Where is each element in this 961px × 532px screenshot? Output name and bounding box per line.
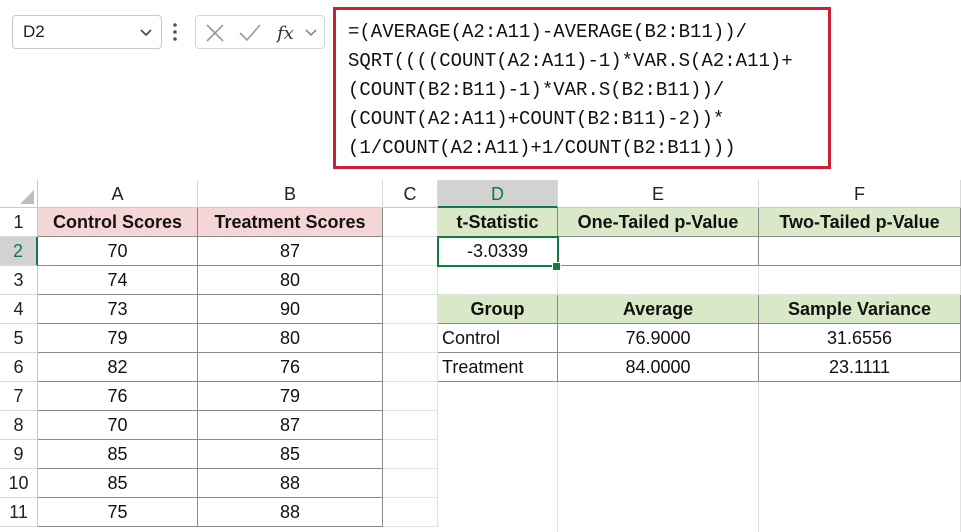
treatment-score-cell[interactable]: 88 [198,469,383,498]
control-score-cell[interactable]: 73 [38,295,198,324]
formula-buttons: fx [195,15,325,49]
column-header-c[interactable]: C [383,180,438,208]
summary-average-cell[interactable]: 76.9000 [558,324,759,353]
select-all-button[interactable] [0,180,38,208]
control-score-cell[interactable]: 85 [38,440,198,469]
name-box-value: D2 [23,22,45,41]
row-header-3[interactable]: 3 [0,266,38,295]
formula-line: =(AVERAGE(A2:A11)-AVERAGE(B2:B11))/ [348,21,748,43]
treatment-score-cell[interactable]: 79 [198,382,383,411]
chevron-down-icon[interactable] [139,25,153,39]
treatment-score-cell[interactable]: 90 [198,295,383,324]
summary-variance-cell[interactable]: 31.6556 [759,324,961,353]
formula-line: (1/COUNT(A2:A11)+1/COUNT(B2:B11))) [348,137,736,159]
expand-chevron-icon[interactable] [304,26,318,40]
cell[interactable] [438,266,558,295]
cell[interactable] [383,208,438,237]
summary-average-cell[interactable]: 84.0000 [558,353,759,382]
cell[interactable] [383,469,438,498]
formula-line: (COUNT(A2:A11)+COUNT(B2:B11)-2))* [348,108,725,130]
control-score-cell[interactable]: 85 [38,469,198,498]
control-score-cell[interactable]: 75 [38,498,198,527]
row-header-8[interactable]: 8 [0,411,38,440]
row-header-1[interactable]: 1 [0,208,38,237]
summary-header-variance[interactable]: Sample Variance [759,295,961,324]
cell[interactable] [383,295,438,324]
one-tailed-p-cell[interactable] [558,237,759,266]
cancel-icon[interactable] [204,22,226,44]
cell[interactable] [383,382,438,411]
control-score-cell[interactable]: 70 [38,411,198,440]
treatment-score-cell[interactable]: 85 [198,440,383,469]
row-header-7[interactable]: 7 [0,382,38,411]
summary-variance-cell[interactable]: 23.1111 [759,353,961,382]
treatment-score-cell[interactable]: 76 [198,353,383,382]
row-header-6[interactable]: 6 [0,353,38,382]
cell[interactable] [383,324,438,353]
header-treatment-scores[interactable]: Treatment Scores [198,208,383,237]
row-header-2[interactable]: 2 [0,237,38,266]
two-tailed-p-cell[interactable] [759,237,961,266]
header-control-scores[interactable]: Control Scores [38,208,198,237]
cell[interactable] [383,237,438,266]
row-header-5[interactable]: 5 [0,324,38,353]
name-box[interactable]: D2 [12,15,162,49]
cell[interactable] [383,353,438,382]
cell[interactable] [383,266,438,295]
cell[interactable] [383,440,438,469]
formula-line: SQRT((((COUNT(A2:A11)-1)*VAR.S(A2:A11)+ [348,50,793,72]
formula-line: (COUNT(B2:B11)-1)*VAR.S(B2:B11))/ [348,79,725,101]
cell[interactable] [759,382,961,532]
row-header-9[interactable]: 9 [0,440,38,469]
treatment-score-cell[interactable]: 87 [198,237,383,266]
cell[interactable] [383,498,438,527]
cell[interactable] [759,266,961,295]
column-header-e[interactable]: E [558,180,759,208]
cell[interactable] [438,382,558,532]
summary-group-cell[interactable]: Treatment [438,353,558,382]
summary-header-average[interactable]: Average [558,295,759,324]
column-header-a[interactable]: A [38,180,198,208]
cell[interactable] [558,382,759,532]
treatment-score-cell[interactable]: 87 [198,411,383,440]
formula-input[interactable]: =(AVERAGE(A2:A11)-AVERAGE(B2:B11))/ SQRT… [333,7,831,169]
header-one-tailed-p[interactable]: One-Tailed p-Value [558,208,759,237]
active-cell-outline [437,236,559,267]
summary-header-group[interactable]: Group [438,295,558,324]
row-header-10[interactable]: 10 [0,469,38,498]
formula-bar-area: D2 fx =(AVERAGE(A2:A11)-AVERAGE(B2:B11))… [0,0,961,180]
row-header-11[interactable]: 11 [0,498,38,527]
column-header-b[interactable]: B [198,180,383,208]
svg-text:fx: fx [276,23,294,44]
treatment-score-cell[interactable]: 80 [198,324,383,353]
row-header-4[interactable]: 4 [0,295,38,324]
control-score-cell[interactable]: 74 [38,266,198,295]
control-score-cell[interactable]: 76 [38,382,198,411]
header-two-tailed-p[interactable]: Two-Tailed p-Value [759,208,961,237]
column-header-f[interactable]: F [759,180,961,208]
control-score-cell[interactable]: 79 [38,324,198,353]
enter-icon[interactable] [238,22,262,44]
more-icon[interactable] [172,20,178,44]
control-score-cell[interactable]: 70 [38,237,198,266]
header-t-statistic[interactable]: t-Statistic [438,208,558,237]
fill-handle[interactable] [552,262,561,271]
cell[interactable] [558,266,759,295]
select-all-triangle-icon [20,190,34,204]
cell[interactable] [383,411,438,440]
treatment-score-cell[interactable]: 80 [198,266,383,295]
column-header-d[interactable]: D [438,180,558,208]
fx-icon[interactable]: fx [276,22,300,44]
treatment-score-cell[interactable]: 88 [198,498,383,527]
summary-group-cell[interactable]: Control [438,324,558,353]
control-score-cell[interactable]: 82 [38,353,198,382]
